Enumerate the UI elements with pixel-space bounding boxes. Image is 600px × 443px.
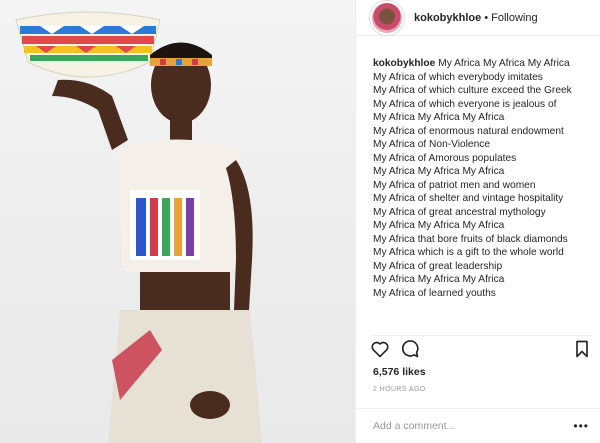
likes-count[interactable]: 6,576 likes [373, 366, 426, 378]
caption-line-9: My Africa of patriot men and women [373, 179, 536, 191]
caption-line-8: My Africa My Africa My Africa [373, 166, 505, 177]
caption: kokobykhloe My Africa My Africa My Africa… [373, 57, 595, 334]
caption-line-3: My Africa of which everyone is jealous o… [373, 98, 557, 110]
header-username[interactable]: kokobykhloe [414, 12, 481, 24]
post-photo[interactable] [0, 0, 355, 443]
caption-line-12: My Africa My Africa My Africa [373, 220, 505, 231]
caption-line-2: My Africa of which culture exceed the Gr… [373, 85, 572, 96]
comment-input[interactable] [373, 420, 574, 432]
post-header: kokobykhloe • Following [356, 0, 600, 36]
caption-line-5: My Africa of enormous natural endowment [373, 125, 564, 137]
caption-line-16: My Africa My Africa My Africa [373, 274, 505, 285]
bookmark-icon[interactable] [572, 339, 592, 359]
caption-line-11: My Africa of great ancestral mythology [373, 206, 546, 218]
comment-bar: ••• [356, 408, 600, 443]
follow-button[interactable]: Following [491, 12, 537, 24]
post-panel: kokobykhloe • Following kokobykhloe My Af… [355, 0, 600, 443]
caption-username[interactable]: kokobykhloe [373, 58, 435, 69]
post-time: 2 HOURS AGO [373, 386, 426, 393]
more-options-icon[interactable]: ••• [573, 419, 589, 433]
caption-line-0: kokobykhloe My Africa My Africa My Africa [373, 58, 570, 69]
caption-line-10: My Africa of shelter and vintage hospita… [373, 193, 564, 204]
comment-icon[interactable] [400, 339, 420, 359]
action-bar [370, 335, 592, 361]
caption-line-1: My Africa of which everybody imitates [373, 71, 543, 83]
caption-line-15: My Africa of great leadership [373, 260, 503, 272]
header-separator: • [484, 11, 489, 24]
caption-line-14: My Africa which is a gift to the whole w… [373, 247, 564, 258]
heart-icon[interactable] [370, 339, 390, 359]
caption-line-17: My Africa of learned youths [373, 287, 496, 299]
caption-line-13: My Africa that bore fruits of black diam… [373, 233, 568, 245]
caption-line-4: My Africa My Africa My Africa [373, 112, 505, 123]
avatar[interactable] [370, 0, 404, 35]
caption-line-6: My Africa of Non-Violence [373, 139, 491, 150]
photo-illustration [15, 11, 262, 443]
caption-line-7: My Africa of Amorous populates [373, 152, 517, 164]
